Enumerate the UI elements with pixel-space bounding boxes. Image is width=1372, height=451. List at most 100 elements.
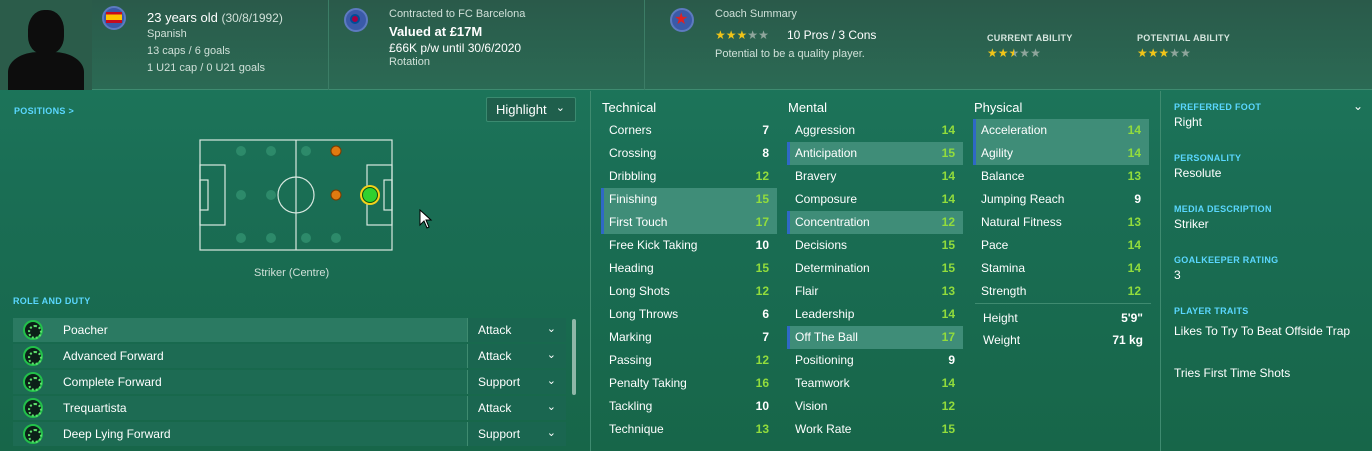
position-dot [266,233,276,243]
potential-ability-stars: ★★★★★ [1137,46,1191,60]
roles-scrollbar[interactable] [572,319,576,395]
duty-text: Attack [478,401,512,415]
attribute-row-technical[interactable]: Long Shots 12 [601,280,777,303]
role-row[interactable]: Trequartista Attack ⌄ [13,396,566,420]
role-icon [23,346,43,366]
attribute-row-mental[interactable]: Decisions 15 [787,234,963,257]
attribute-row-technical[interactable]: Passing 12 [601,349,777,372]
attribute-name: Tackling [609,399,653,413]
attribute-row-mental[interactable]: Work Rate 15 [787,418,963,441]
attribute-row-physical[interactable]: Natural Fitness 13 [973,211,1149,234]
player-value: Valued at £17M [389,24,483,39]
attribute-row-mental[interactable]: Determination 15 [787,257,963,280]
attribute-row-physical[interactable]: Agility 14 [973,142,1149,165]
u21-caps-text: 1 U21 cap / 0 U21 goals [147,62,266,74]
role-name: Deep Lying Forward [63,427,171,441]
spain-flag-icon [106,12,122,23]
contract-section: Contracted to FC Barcelona Valued at £17… [342,0,642,90]
positions-link[interactable]: POSITIONS > [14,106,74,116]
attribute-value: 7 [762,330,769,344]
duty-dropdown[interactable]: Support ⌄ [467,370,566,394]
attribute-row-mental[interactable]: Teamwork 14 [787,372,963,395]
attribute-row-mental[interactable]: Vision 12 [787,395,963,418]
attribute-row-mental[interactable]: Concentration 12 [787,211,963,234]
star-icon: ★ [736,28,748,42]
chevron-down-icon[interactable]: ⌄ [1353,99,1363,113]
coach-badge-icon[interactable]: ★ [670,8,694,32]
duty-dropdown[interactable]: Support ⌄ [467,422,566,446]
role-icon [23,320,43,340]
position-dot [236,146,246,156]
attribute-name: Jumping Reach [981,192,1065,206]
attribute-row-technical[interactable]: Penalty Taking 16 [601,372,777,395]
attribute-row-physical[interactable]: Balance 13 [973,165,1149,188]
left-six-yard-box [199,179,209,211]
attribute-row-mental[interactable]: Anticipation 15 [787,142,963,165]
highlight-dropdown[interactable]: Highlight ⌄ [486,97,576,122]
attribute-value: 13 [1127,215,1141,229]
attribute-value: 14 [1127,238,1141,252]
position-dot [301,146,311,156]
duty-dropdown[interactable]: Attack ⌄ [467,396,566,420]
nationality-flag-icon[interactable] [102,6,126,30]
star-icon: ★ [1030,46,1041,60]
club-crest-icon[interactable] [344,8,368,32]
duty-dropdown[interactable]: Attack ⌄ [467,318,566,342]
potential-note: Potential to be a quality player. [715,48,865,60]
attribute-value: 9 [948,353,955,367]
star-icon: ★ [674,11,689,28]
role-row[interactable]: Advanced Forward Attack ⌄ [13,344,566,368]
attribute-row-mental[interactable]: Aggression 14 [787,119,963,142]
attribute-name: Finishing [609,192,658,206]
attribute-row-technical[interactable]: Free Kick Taking 10 [601,234,777,257]
role-name: Poacher [63,323,108,337]
attribute-value: 12 [755,169,769,183]
attribute-row-mental[interactable]: Composure 14 [787,188,963,211]
attribute-row-mental[interactable]: Bravery 14 [787,165,963,188]
attribute-row-mental[interactable]: Positioning 9 [787,349,963,372]
attribute-value: 17 [755,215,769,229]
attribute-value: 15 [755,192,769,206]
attribute-name: Heading [609,261,654,275]
attribute-row-technical[interactable]: Dribbling 12 [601,165,777,188]
star-icon: ★ [758,28,769,42]
natural-position-dot [362,187,378,203]
role-name: Advanced Forward [63,349,164,363]
club-dot-icon [350,14,360,24]
attribute-row-technical[interactable]: First Touch 17 [601,211,777,234]
media-description-value: Striker [1174,217,1209,231]
duty-dropdown[interactable]: Attack ⌄ [467,344,566,368]
attribute-row-physical[interactable]: Acceleration 14 [973,119,1149,142]
goalkeeper-rating-value: 3 [1174,268,1181,282]
attribute-row-physical[interactable]: Jumping Reach 9 [973,188,1149,211]
attribute-row-physical[interactable]: Pace 14 [973,234,1149,257]
attribute-row-technical[interactable]: Heading 15 [601,257,777,280]
attribute-name: Technique [609,422,664,436]
attribute-row-physical[interactable]: Strength 12 [973,280,1149,303]
attribute-value: 10 [755,399,769,413]
attribute-row-mental[interactable]: Flair 13 [787,280,963,303]
height-row: Height 5'9" [975,307,1151,329]
attribute-row-technical[interactable]: Corners 7 [601,119,777,142]
attribute-row-mental[interactable]: Leadership 14 [787,303,963,326]
attribute-row-technical[interactable]: Technique 13 [601,418,777,441]
attribute-row-technical[interactable]: Marking 7 [601,326,777,349]
attribute-name: Dribbling [609,169,657,183]
attribute-row-technical[interactable]: Finishing 15 [601,188,777,211]
chevron-down-icon: ⌄ [546,323,556,335]
attribute-value: 15 [941,261,955,275]
star-icon: ★ [1019,46,1031,60]
star-icon: ★ [1158,46,1170,60]
attribute-row-technical[interactable]: Long Throws 6 [601,303,777,326]
physical-heading: Physical [974,100,1023,115]
attribute-row-technical[interactable]: Tackling 10 [601,395,777,418]
attribute-row-physical[interactable]: Stamina 14 [973,257,1149,280]
attribute-name: Natural Fitness [981,215,1062,229]
attribute-row-technical[interactable]: Crossing 8 [601,142,777,165]
attribute-value: 9 [1134,192,1141,206]
role-row[interactable]: Complete Forward Support ⌄ [13,370,566,394]
role-row[interactable]: Deep Lying Forward Support ⌄ [13,422,566,446]
attribute-name: Free Kick Taking [609,238,698,252]
role-row[interactable]: Poacher Attack ⌄ [13,318,566,342]
attribute-row-mental[interactable]: Off The Ball 17 [787,326,963,349]
